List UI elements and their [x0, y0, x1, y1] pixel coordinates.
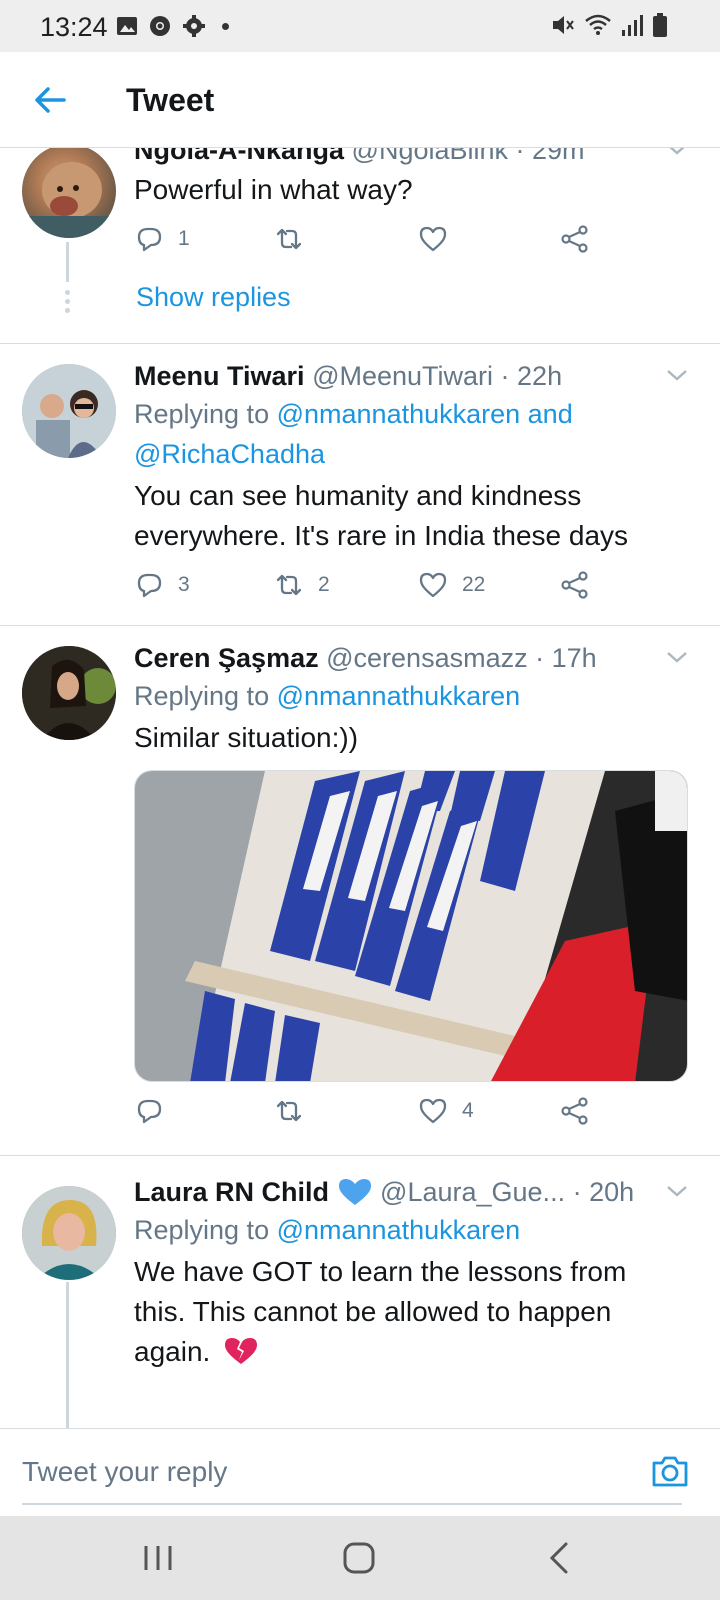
author-handle: @NgolaBlink	[351, 148, 509, 165]
tweet-time: · 22h	[500, 361, 563, 391]
reply-count: 3	[178, 573, 190, 596]
tweet-actions: 3 2 22	[134, 570, 690, 610]
retweet-button[interactable]	[274, 224, 318, 254]
author-handle: @cerensasmazz	[326, 643, 528, 673]
author-name[interactable]: Meenu Tiwari	[134, 361, 305, 391]
author-handle: @Laura_Gue...	[380, 1177, 566, 1207]
tweet-actions: 1	[134, 224, 690, 264]
reply-composer: Tweet your reply	[0, 1428, 720, 1516]
chevron-down-icon[interactable]	[664, 644, 690, 670]
page-title: Tweet	[126, 82, 215, 118]
mention-link[interactable]: @RichaChadha	[134, 439, 325, 469]
like-button[interactable]: 4	[418, 1096, 474, 1126]
like-count: 4	[462, 1099, 474, 1122]
tweet-item[interactable]: Ngola-A-Nkanga @NgolaBlink · 29m Powerfu…	[0, 148, 720, 344]
broken-heart-icon	[225, 1338, 258, 1364]
wifi-icon	[585, 14, 611, 35]
reply-button[interactable]: 1	[134, 224, 190, 254]
share-button[interactable]	[560, 570, 590, 600]
author-handle: @MeenuTiwari	[312, 361, 494, 391]
status-bar: 13:24	[0, 0, 720, 52]
author-name[interactable]: Ceren Şaşmaz	[134, 643, 319, 673]
signal-icon	[622, 15, 643, 36]
recents-icon[interactable]	[138, 1538, 178, 1578]
retweet-icon	[276, 1100, 302, 1122]
system-nav-bar	[0, 1516, 720, 1600]
share-icon	[561, 1097, 588, 1125]
back-icon[interactable]	[540, 1538, 580, 1578]
retweet-button[interactable]	[274, 1096, 318, 1126]
tweet-time: · 29m	[515, 148, 585, 165]
retweet-icon	[276, 228, 302, 250]
tweet-time: · 20h	[572, 1177, 635, 1207]
heart-icon	[419, 226, 447, 252]
reply-icon	[137, 573, 162, 598]
verified-heart-icon	[338, 1179, 371, 1205]
reply-count: 1	[178, 227, 190, 250]
settings-icon	[183, 15, 205, 37]
retweet-count: 2	[318, 573, 330, 596]
share-button[interactable]	[560, 1096, 590, 1126]
mention-link[interactable]: @nmannathukkaren	[277, 681, 521, 711]
tweet-item[interactable]: Laura RN Child @Laura_Gue... · 20h Reply…	[0, 1156, 720, 1428]
tweet-text: Powerful in what way?	[134, 174, 413, 205]
tweet-photo[interactable]	[134, 770, 688, 1082]
woman-avatar-image	[22, 1186, 116, 1280]
reply-icon	[137, 227, 162, 252]
heart-icon	[419, 572, 447, 598]
tweet-time: · 17h	[535, 643, 597, 673]
tweet-text: We have GOT to learn the lessons from th…	[134, 1256, 627, 1367]
mention-link[interactable]: @nmannathukkaren and	[277, 399, 573, 429]
share-icon	[561, 225, 588, 253]
mute-icon	[553, 16, 574, 34]
author-name[interactable]: Ngola-A-Nkanga	[134, 148, 344, 165]
chevron-down-icon[interactable]	[664, 1178, 690, 1204]
reply-input[interactable]: Tweet your reply	[22, 1439, 682, 1505]
show-replies-link[interactable]: Show replies	[136, 282, 291, 313]
avatar[interactable]	[22, 148, 116, 238]
retweet-icon	[276, 574, 302, 596]
dot-icon	[222, 22, 229, 30]
avatar[interactable]	[22, 646, 116, 740]
battery-icon	[653, 13, 667, 37]
author-name[interactable]: Laura RN Child	[134, 1177, 329, 1207]
heart-icon	[419, 1098, 447, 1124]
tweet-item[interactable]: Ceren Şaşmaz @cerensasmazz · 17h Replyin…	[0, 626, 720, 1156]
app-header: Tweet	[0, 52, 720, 148]
chevron-down-icon[interactable]	[664, 362, 690, 388]
tweet-text: You can see humanity and kindness everyw…	[134, 480, 629, 551]
tweet-item[interactable]: Meenu Tiwari @MeenuTiwari · 22h Replying…	[0, 344, 720, 626]
replying-to: Replying to @nmannathukkaren	[134, 681, 521, 711]
mention-link[interactable]: @nmannathukkaren	[277, 1215, 521, 1245]
like-button[interactable]	[418, 224, 462, 254]
status-time: 13:24	[40, 12, 108, 42]
couple-avatar-image	[22, 364, 116, 458]
home-icon[interactable]	[339, 1538, 379, 1578]
reply-feed: Ngola-A-Nkanga @NgolaBlink · 29m Powerfu…	[0, 148, 720, 1428]
avatar[interactable]	[22, 364, 116, 458]
like-button[interactable]: 22	[418, 570, 485, 600]
arrow-left-icon[interactable]	[30, 80, 70, 120]
replying-to: Replying to @nmannathukkaren and	[134, 399, 573, 429]
image-icon	[117, 17, 137, 35]
woman-avatar-image	[22, 646, 116, 740]
chevron-down-icon[interactable]	[664, 148, 690, 162]
reply-button[interactable]	[134, 1096, 178, 1126]
camera-icon[interactable]	[650, 1451, 690, 1491]
avatar[interactable]	[22, 1186, 116, 1280]
monkey-avatar-image	[22, 162, 116, 238]
reply-button[interactable]: 3	[134, 570, 190, 600]
tweet-actions: 4	[134, 1096, 690, 1136]
share-icon	[561, 571, 588, 599]
chrome-icon	[150, 16, 170, 36]
tweet-text: Similar situation:))	[134, 722, 359, 753]
share-button[interactable]	[560, 224, 590, 254]
replying-to: Replying to @nmannathukkaren	[134, 1215, 521, 1245]
like-count: 22	[462, 573, 486, 596]
binders-shelf-image	[135, 771, 687, 1081]
reply-icon	[137, 1099, 162, 1124]
retweet-button[interactable]: 2	[274, 570, 330, 600]
